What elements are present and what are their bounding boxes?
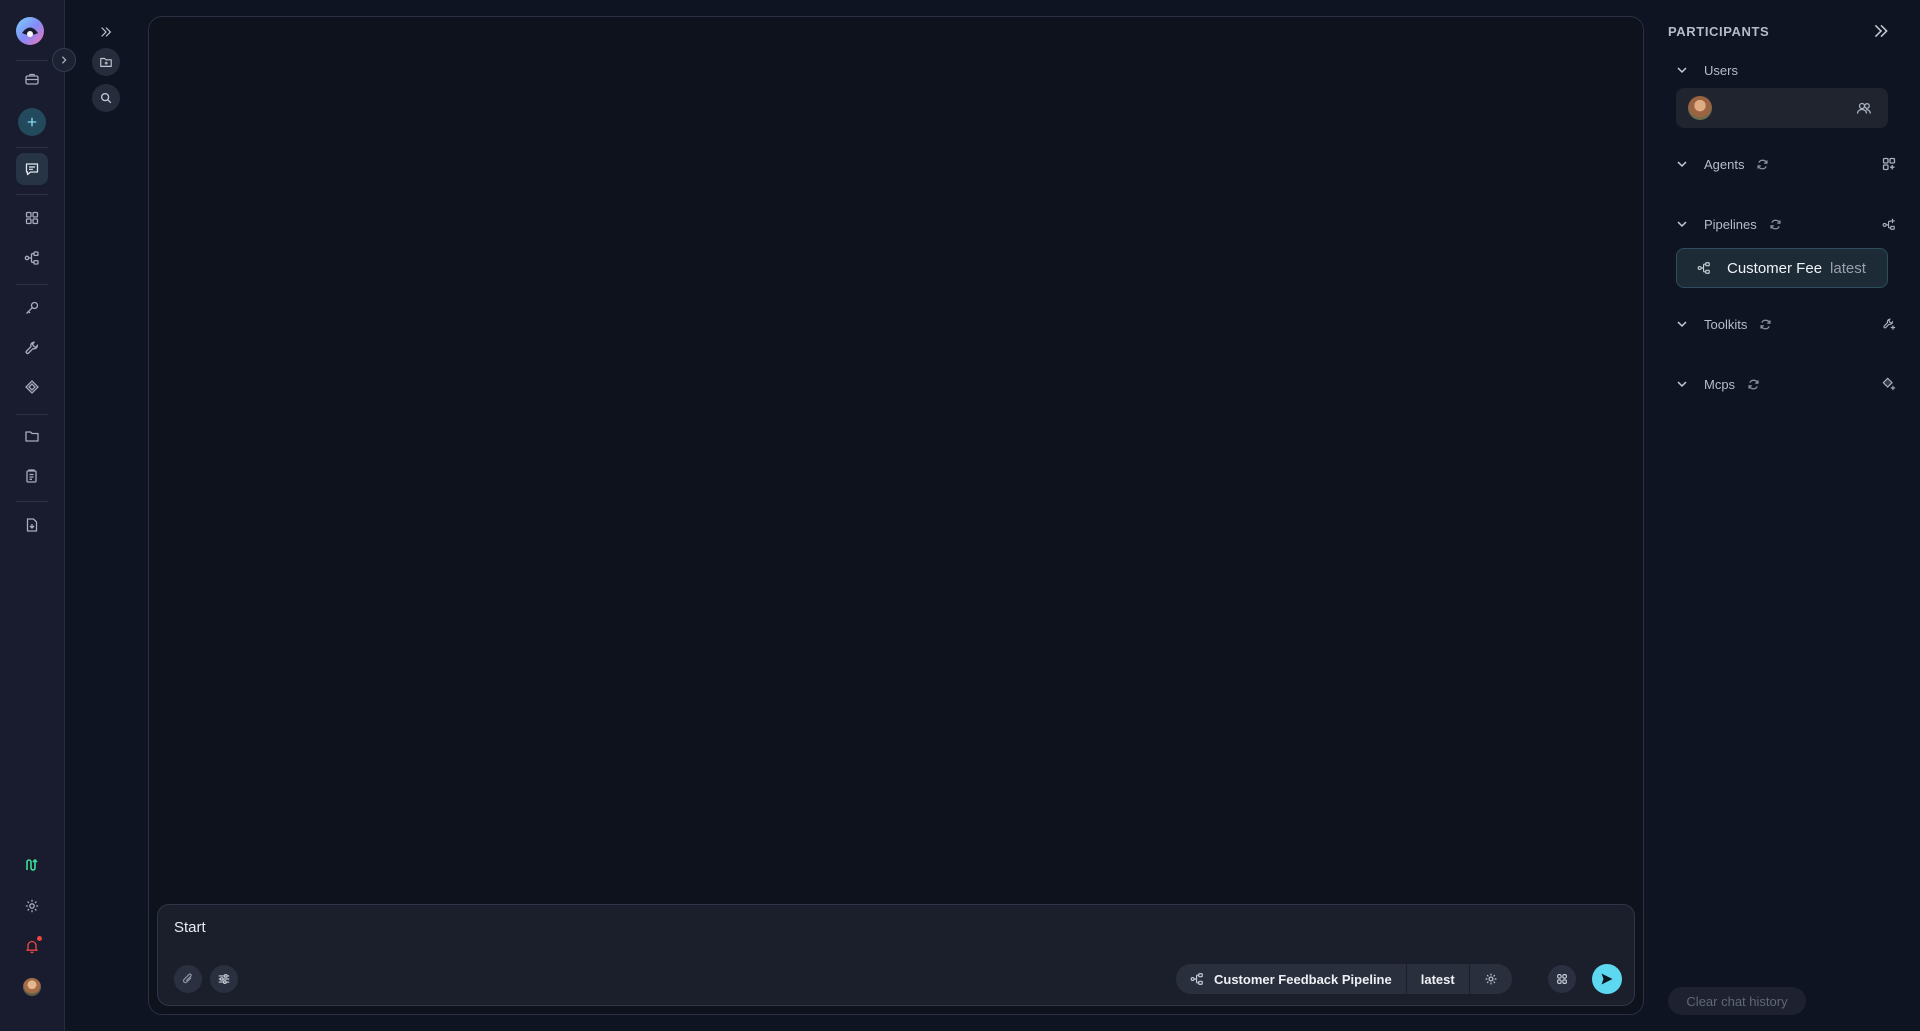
- pipeline-card-name: Customer Fee: [1727, 259, 1823, 277]
- toolkits-section-header[interactable]: Toolkits: [1676, 312, 1896, 336]
- tag-icon[interactable]: [16, 371, 48, 403]
- bell-icon[interactable]: [16, 930, 48, 962]
- clear-chat-history-button[interactable]: Clear chat history: [1668, 987, 1806, 1015]
- participants-title: PARTICIPANTS: [1668, 24, 1770, 39]
- settings-icon[interactable]: [16, 890, 48, 922]
- chevron-down-icon: [1677, 381, 1687, 388]
- new-folder-icon[interactable]: [92, 48, 120, 76]
- pipeline-card-version: latest: [1830, 259, 1866, 277]
- chevron-down-icon: [1677, 161, 1687, 168]
- avatar: [1688, 96, 1712, 120]
- pipelines-label: Pipelines: [1704, 216, 1757, 232]
- chat-icon[interactable]: [16, 153, 48, 185]
- document-icon[interactable]: [16, 509, 48, 541]
- users-group-icon[interactable]: [1856, 101, 1872, 115]
- extensions-icon[interactable]: [1548, 965, 1576, 993]
- user-card[interactable]: [1676, 88, 1888, 128]
- settings-sliders-icon[interactable]: [210, 965, 238, 993]
- refresh-icon[interactable]: [1769, 218, 1782, 231]
- wrench-icon[interactable]: [16, 332, 48, 364]
- briefcase-icon[interactable]: [16, 63, 48, 95]
- add-pipeline-icon[interactable]: [1882, 217, 1896, 231]
- collapse-panel-icon[interactable]: [1872, 22, 1890, 40]
- chevron-down-icon: [1677, 67, 1687, 74]
- avatar[interactable]: [23, 978, 41, 996]
- search-icon[interactable]: [92, 84, 120, 112]
- left-rail: [0, 0, 76, 1031]
- chat-panel: Customer Feedback Pipeline latest: [148, 16, 1644, 1015]
- expand-icon[interactable]: [92, 18, 120, 46]
- graph-icon[interactable]: [16, 849, 48, 881]
- pipeline-icon[interactable]: [16, 242, 48, 274]
- agents-label: Agents: [1704, 156, 1745, 172]
- pipeline-name-chip[interactable]: Customer Feedback Pipeline: [1176, 964, 1407, 994]
- divider: [16, 60, 48, 61]
- chevron-down-icon: [1677, 321, 1687, 328]
- refresh-icon[interactable]: [1759, 318, 1772, 331]
- divider: [16, 414, 48, 415]
- divider: [16, 147, 48, 148]
- pipeline-version: latest: [1420, 971, 1455, 987]
- add-mcp-icon[interactable]: [1882, 377, 1896, 391]
- logo-icon[interactable]: [15, 16, 45, 46]
- gear-icon: [1485, 973, 1497, 985]
- message-composer: Customer Feedback Pipeline latest: [157, 904, 1635, 1006]
- refresh-icon[interactable]: [1756, 158, 1769, 171]
- message-input[interactable]: [174, 919, 1274, 936]
- send-button[interactable]: [1592, 964, 1622, 994]
- add-button[interactable]: [18, 108, 46, 136]
- pipeline-icon: [1697, 262, 1710, 274]
- users-section-header[interactable]: Users: [1676, 58, 1896, 82]
- clipboard-icon[interactable]: [16, 460, 48, 492]
- attach-icon[interactable]: [174, 965, 202, 993]
- folder-icon[interactable]: [16, 420, 48, 452]
- pipeline-version-chip[interactable]: latest: [1407, 964, 1470, 994]
- agents-section-header[interactable]: Agents: [1676, 152, 1896, 176]
- mcps-section-header[interactable]: Mcps: [1676, 372, 1896, 396]
- divider: [16, 501, 48, 502]
- mcps-label: Mcps: [1704, 376, 1736, 392]
- chevron-down-icon: [1677, 221, 1687, 228]
- users-label: Users: [1704, 62, 1738, 78]
- pipeline-selector: Customer Feedback Pipeline latest: [1176, 964, 1512, 994]
- refresh-icon[interactable]: [1747, 378, 1760, 391]
- notification-dot: [37, 936, 42, 941]
- pipeline-card[interactable]: Customer Fee latest: [1676, 248, 1888, 288]
- pipeline-icon: [1190, 973, 1203, 985]
- divider: [16, 194, 48, 195]
- toolkits-label: Toolkits: [1704, 316, 1748, 332]
- add-agent-icon[interactable]: [1882, 157, 1896, 171]
- pipeline-name: Customer Feedback Pipeline: [1214, 971, 1392, 987]
- pipeline-settings-button[interactable]: [1470, 964, 1512, 994]
- send-icon: [1601, 973, 1613, 985]
- key-icon[interactable]: [16, 292, 48, 324]
- add-toolkit-icon[interactable]: [1882, 317, 1896, 331]
- divider: [16, 284, 48, 285]
- pipelines-section-header[interactable]: Pipelines: [1676, 212, 1896, 236]
- grid-icon[interactable]: [16, 202, 48, 234]
- expand-sidebar-button[interactable]: [52, 48, 76, 72]
